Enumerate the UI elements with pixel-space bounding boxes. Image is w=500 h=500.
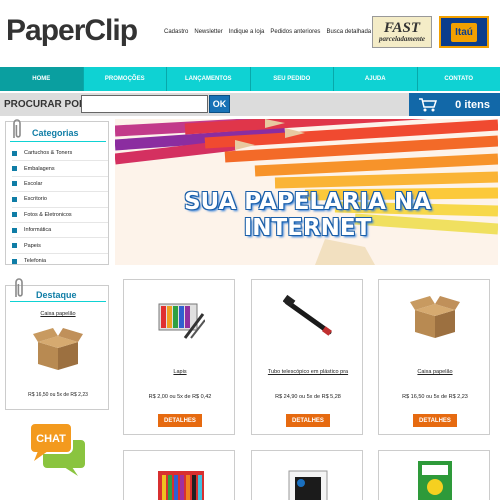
fast-payment-badge: FAST parceladamente: [372, 16, 432, 48]
category-telefonia[interactable]: Telefonia: [12, 254, 108, 269]
notebook-image[interactable]: [410, 457, 460, 500]
categories-title: Categorias: [32, 128, 79, 138]
cart-count: 0 itens: [455, 98, 490, 111]
product-card: Lapis R$ 2,00 ou 5x de R$ 0,42 DETALHES: [123, 279, 235, 435]
bullet-icon: [12, 243, 17, 249]
nav-promocoes[interactable]: PROMOÇÕES: [84, 67, 167, 91]
bullet-icon: [12, 258, 17, 264]
category-embalagens[interactable]: Embalagens: [12, 161, 108, 177]
details-button[interactable]: DETALHES: [286, 414, 330, 427]
product-card: Caixa papelão R$ 16,50 ou 5x de R$ 2,23 …: [378, 279, 490, 435]
product-card: Tubo telescópico em plástico pra R$ 24,9…: [251, 279, 363, 435]
categories-divider: [10, 141, 106, 142]
top-link-pedidos[interactable]: Pedidos anteriores: [270, 29, 320, 35]
nav-home[interactable]: HOME: [0, 67, 84, 91]
paperclip-icon: [15, 278, 23, 297]
product-card-partial: [378, 450, 490, 500]
header: PaperClip Cadastro Newsletter Indique a …: [0, 0, 500, 64]
product-price: R$ 2,00 ou 5x de R$ 0,42: [148, 394, 212, 400]
pencils-icon[interactable]: [155, 294, 205, 340]
fast-badge-line1: FAST: [383, 20, 421, 36]
main-nav: HOME PROMOÇÕES LANÇAMENTOS SEU PEDIDO AJ…: [0, 67, 500, 91]
nav-contato[interactable]: CONTATO: [418, 67, 500, 91]
box-icon[interactable]: [410, 294, 460, 340]
cart-button[interactable]: 0 itens: [409, 93, 500, 116]
category-label: Informática: [24, 227, 52, 234]
category-informatica[interactable]: Informática: [12, 223, 108, 239]
fast-badge-line2: parceladamente: [379, 35, 425, 43]
product-card-partial: [123, 450, 235, 500]
destaque-box: Destaque Caixa papelão R$ 16,50 ou 5x de…: [5, 278, 110, 410]
top-links: Cadastro Newsletter Indique a loja Pedid…: [164, 29, 371, 35]
category-escritorio[interactable]: Escritorio: [12, 192, 108, 208]
category-fotos[interactable]: Fotos & Eletronicos: [12, 208, 108, 223]
top-link-cadastro[interactable]: Cadastro: [164, 29, 188, 35]
chat-label: CHAT: [36, 433, 66, 445]
destaque-product-link[interactable]: Caixa papelão: [6, 311, 110, 317]
itau-badge: Itaú: [439, 16, 489, 48]
category-label: Escritorio: [24, 196, 47, 203]
category-label: Papeis: [24, 242, 41, 249]
banner-title: SUA PAPELARIA NA INTERNET: [183, 189, 432, 241]
search-input[interactable]: [81, 95, 208, 113]
categories-box: Categorias Cartuchos & Toners Embalagens…: [5, 119, 109, 265]
category-papeis[interactable]: Papeis: [12, 238, 108, 254]
destaque-divider: [10, 301, 106, 302]
search-label: PROCURAR POR:: [4, 99, 90, 110]
top-link-newsletter[interactable]: Newsletter: [194, 29, 222, 35]
paperclip-icon: [13, 119, 21, 138]
category-label: Fotos & Eletronicos: [24, 211, 72, 218]
category-label: Cartuchos & Toners: [24, 150, 73, 157]
nav-seu-pedido[interactable]: SEU PEDIDO: [251, 67, 334, 91]
logo-text: PaperClip: [6, 14, 138, 47]
top-link-indique[interactable]: Indique a loja: [229, 29, 265, 35]
category-escolar[interactable]: Escolar: [12, 177, 108, 193]
product-card-partial: [251, 450, 363, 500]
nav-ajuda[interactable]: AJUDA: [334, 67, 418, 91]
category-cartuchos[interactable]: Cartuchos & Toners: [12, 146, 108, 162]
product-price: R$ 24,90 ou 5x de R$ 5,28: [275, 394, 341, 400]
tube-icon[interactable]: [283, 294, 333, 340]
cardboard-box-image[interactable]: [33, 328, 83, 372]
bullet-icon: [12, 166, 17, 172]
destaque-price: R$ 16,50 ou 5x de R$ 2,23: [28, 392, 88, 398]
bullet-icon: [12, 212, 17, 218]
destaque-title: Destaque: [36, 290, 77, 300]
categories-list: Cartuchos & Toners Embalagens Escolar Es…: [12, 146, 108, 269]
product-name-link[interactable]: Lapis: [124, 369, 236, 375]
nav-lancamentos[interactable]: LANÇAMENTOS: [167, 67, 251, 91]
product-price: R$ 16,50 ou 5x de R$ 2,23: [402, 394, 468, 400]
bullet-icon: [12, 181, 17, 187]
category-label: Escolar: [24, 180, 43, 187]
paperclip-logo[interactable]: PaperClip: [6, 14, 138, 48]
hero-banner[interactable]: SUA PAPELARIA NA INTERNET: [115, 119, 498, 265]
bullet-icon: [12, 227, 17, 233]
bullet-icon: [12, 150, 17, 156]
details-button[interactable]: DETALHES: [413, 414, 457, 427]
bullet-icon: [12, 196, 17, 202]
search-ok-button[interactable]: OK: [209, 95, 230, 113]
colored-markers-image[interactable]: [156, 465, 206, 500]
category-label: Embalagens: [24, 165, 55, 172]
details-button[interactable]: DETALHES: [158, 414, 202, 427]
itau-badge-label: Itaú: [451, 22, 477, 42]
category-label: Telefonia: [24, 258, 47, 265]
product-name-link[interactable]: Caixa papelão: [379, 369, 491, 375]
cart-icon: [419, 97, 437, 111]
product-name-link[interactable]: Tubo telescópico em plástico pra: [252, 369, 364, 375]
chat-icon[interactable]: CHAT: [28, 421, 88, 476]
ink-cartridge-image[interactable]: [283, 465, 333, 500]
top-link-busca[interactable]: Busca detalhada: [326, 29, 371, 35]
